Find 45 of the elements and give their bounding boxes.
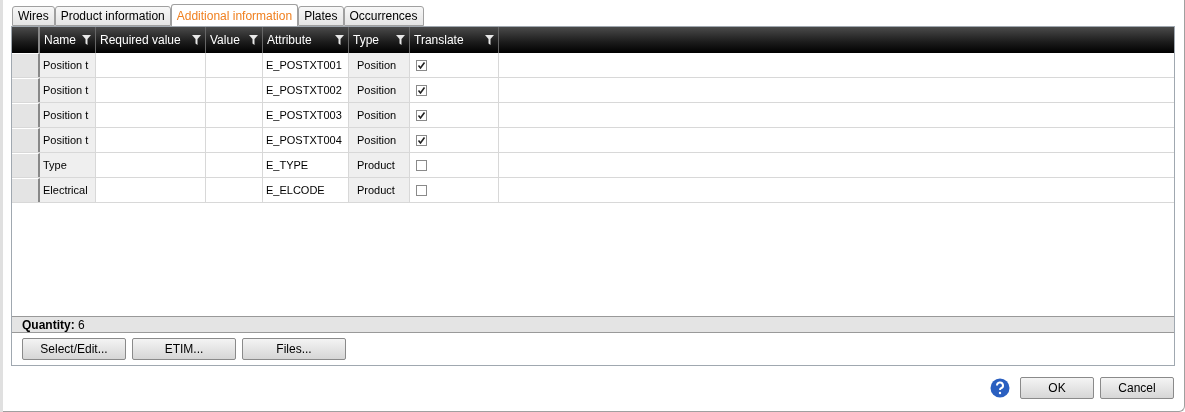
table-cell: Product: [349, 153, 410, 177]
checkbox[interactable]: [416, 134, 427, 146]
checkbox[interactable]: [416, 184, 427, 196]
filter-icon[interactable]: [396, 35, 405, 45]
help-icon[interactable]: [990, 378, 1010, 398]
table-cell: Position: [349, 53, 410, 77]
table-cell: Position: [349, 103, 410, 127]
table-cell: Electrical: [40, 178, 96, 202]
dialog-button[interactable]: OK: [1020, 377, 1094, 399]
column-header[interactable]: Required value: [96, 27, 206, 53]
table-cell: Position t: [40, 53, 96, 77]
filter-icon[interactable]: [82, 35, 91, 45]
filter-icon[interactable]: [192, 35, 201, 45]
table-cell: Position: [349, 128, 410, 152]
column-header[interactable]: Value: [206, 27, 263, 53]
filter-icon[interactable]: [485, 35, 494, 45]
dialog-button[interactable]: Cancel: [1100, 377, 1174, 399]
row-header[interactable]: [12, 153, 40, 177]
table-cell: Position: [349, 78, 410, 102]
checkbox[interactable]: [416, 109, 427, 121]
filter-icon[interactable]: [249, 35, 258, 45]
table-cell: Position t: [40, 78, 96, 102]
checkbox[interactable]: [416, 159, 427, 171]
tab[interactable]: Plates: [298, 6, 344, 26]
table-cell: Position t: [40, 128, 96, 152]
panel-button[interactable]: Files...: [242, 338, 346, 360]
row-header[interactable]: [12, 78, 40, 102]
checkbox[interactable]: [416, 59, 427, 71]
table-cell: Type: [40, 153, 96, 177]
row-header[interactable]: [12, 178, 40, 202]
tab[interactable]: Wires: [12, 6, 55, 26]
quantity-label: Quantity: 6: [22, 316, 85, 334]
column-header[interactable]: Attribute: [263, 27, 349, 53]
tab[interactable]: Product information: [54, 6, 171, 26]
row-header[interactable]: [12, 128, 40, 152]
row-header[interactable]: [12, 53, 40, 77]
row-header[interactable]: [12, 103, 40, 127]
filter-icon[interactable]: [335, 35, 344, 45]
column-header[interactable]: Translate: [410, 27, 499, 53]
tab[interactable]: Occurrences: [343, 6, 424, 26]
panel-button[interactable]: ETIM...: [132, 338, 236, 360]
checkbox[interactable]: [416, 84, 427, 96]
table-cell: Product: [349, 178, 410, 202]
panel-button[interactable]: Select/Edit...: [22, 338, 126, 360]
table-cell: Position t: [40, 103, 96, 127]
